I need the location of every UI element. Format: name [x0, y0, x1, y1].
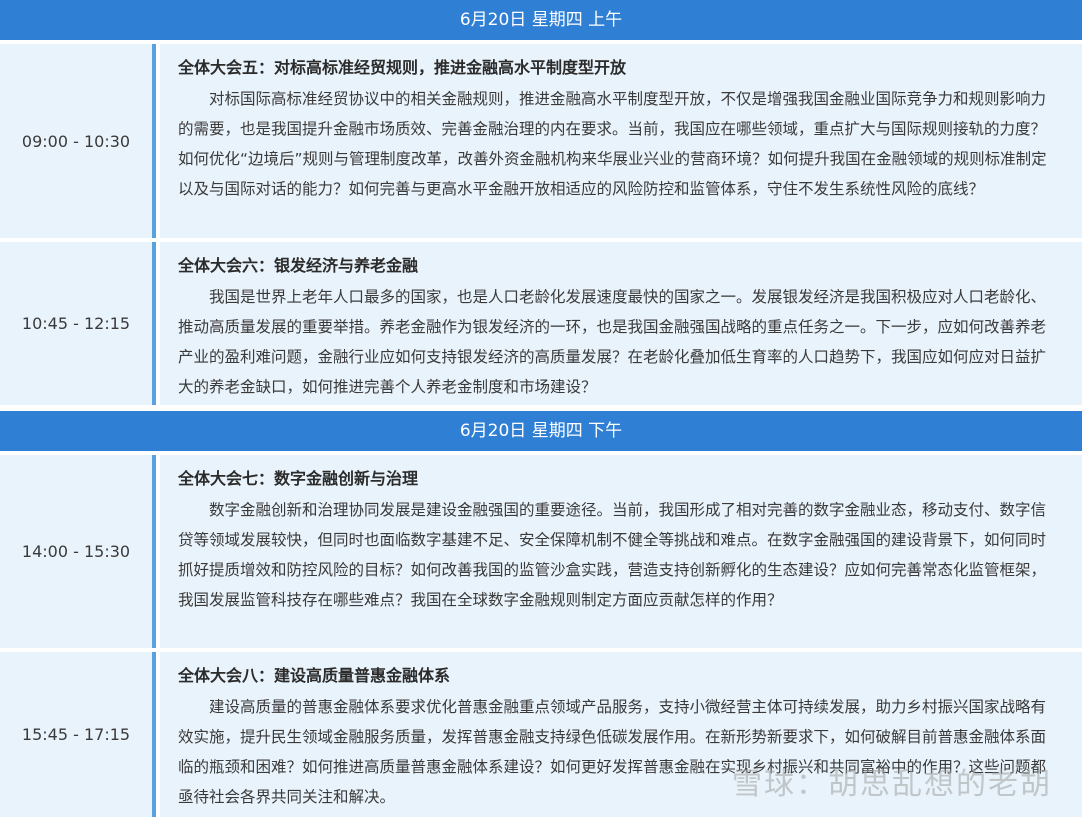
section-header-afternoon: 6月20日 星期四 下午	[0, 411, 1082, 451]
session-time: 14:00 - 15:30	[0, 455, 156, 648]
session-title: 全体大会六：银发经济与养老金融	[178, 256, 419, 275]
session-title: 全体大会七：数字金融创新与治理	[178, 469, 419, 488]
session-time: 09:00 - 10:30	[0, 44, 156, 238]
section-header-morning: 6月20日 星期四 上午	[0, 0, 1082, 40]
session-content: 全体大会六：银发经济与养老金融 我国是世界上老年人口最多的国家，也是人口老龄化发…	[160, 242, 1082, 405]
agenda-row: 14:00 - 15:30 全体大会七：数字金融创新与治理 数字金融创新和治理协…	[0, 455, 1082, 648]
session-content: 全体大会七：数字金融创新与治理 数字金融创新和治理协同发展是建设金融强国的重要途…	[160, 455, 1082, 648]
session-title: 全体大会八：建设高质量普惠金融体系	[178, 666, 451, 685]
session-description: 对标国际高标准经贸协议中的相关金融规则，推进金融高水平制度型开放，不仅是增强我国…	[178, 90, 1047, 198]
session-content: 全体大会五：对标高标准经贸规则，推进金融高水平制度型开放 对标国际高标准经贸协议…	[160, 44, 1082, 238]
session-title: 全体大会五：对标高标准经贸规则，推进金融高水平制度型开放	[178, 58, 627, 77]
session-time: 15:45 - 17:15	[0, 652, 156, 817]
session-description: 数字金融创新和治理协同发展是建设金融强国的重要途径。当前，我国形成了相对完善的数…	[178, 501, 1047, 609]
session-description: 我国是世界上老年人口最多的国家，也是人口老龄化发展速度最快的国家之一。发展银发经…	[178, 288, 1047, 396]
agenda-page: 6月20日 星期四 上午 09:00 - 10:30 全体大会五：对标高标准经贸…	[0, 0, 1082, 817]
watermark: 雪球：胡思乱想的老胡	[732, 767, 1052, 802]
session-time: 10:45 - 12:15	[0, 242, 156, 405]
agenda-row: 10:45 - 12:15 全体大会六：银发经济与养老金融 我国是世界上老年人口…	[0, 242, 1082, 405]
agenda-row: 09:00 - 10:30 全体大会五：对标高标准经贸规则，推进金融高水平制度型…	[0, 44, 1082, 238]
